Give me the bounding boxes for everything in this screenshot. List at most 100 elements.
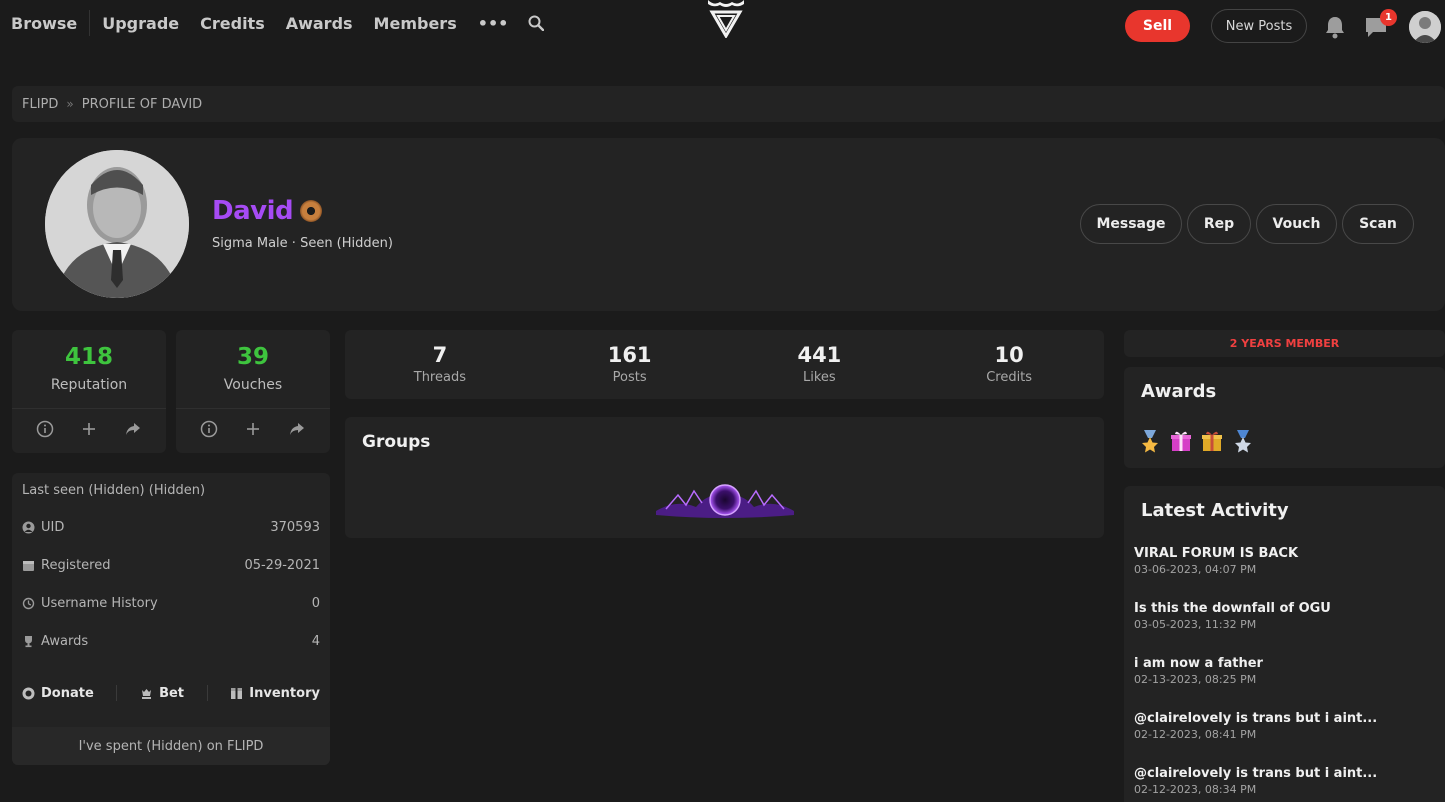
groups-title: Groups (362, 432, 431, 452)
activity-item-title[interactable]: VIRAL FORUM IS BACK (1134, 546, 1434, 561)
calendar-icon (22, 559, 35, 572)
nav-upgrade[interactable]: Upgrade (102, 14, 179, 33)
likes-label: Likes (803, 370, 836, 385)
info-links: Donate Bet Inventory (22, 685, 320, 701)
user-avatar[interactable] (1409, 11, 1441, 43)
breadcrumb-current: PROFILE OF DAVID (81, 96, 203, 112)
activity-item: i am now a father 02-13-2023, 08:25 PM (1134, 656, 1434, 686)
credits-counter[interactable]: 10 Credits (914, 330, 1104, 399)
rep-button[interactable]: Rep (1187, 204, 1251, 244)
user-info-card: Last seen (Hidden) (Hidden) UID 370593 R… (12, 473, 330, 765)
activity-item: @clairelovely is trans but i aint... 02-… (1134, 766, 1434, 796)
inventory-link[interactable]: Inventory (230, 686, 320, 701)
donate-icon (22, 687, 35, 700)
notification-badge: 1 (1380, 9, 1397, 26)
nav-members[interactable]: Members (374, 14, 457, 33)
likes-counter[interactable]: 441 Likes (725, 330, 915, 399)
medal-gold-icon[interactable] (1138, 429, 1162, 453)
trophy-icon (22, 635, 35, 648)
awards-title: Awards (1141, 381, 1217, 402)
posts-counter[interactable]: 161 Posts (535, 330, 725, 399)
username-history-value: 0 (311, 596, 320, 611)
activity-item-date: 02-12-2023, 08:34 PM (1134, 783, 1257, 796)
bell-icon[interactable] (1324, 15, 1346, 39)
activity-item-date: 03-05-2023, 11:32 PM (1134, 618, 1257, 631)
profile-actions: Message Rep Vouch Scan (1080, 204, 1419, 244)
donate-link[interactable]: Donate (22, 686, 94, 701)
last-seen-text: Last seen (Hidden) (Hidden) (22, 483, 206, 498)
activity-item: @clairelovely is trans but i aint... 02-… (1134, 711, 1434, 741)
gift-pink-icon[interactable] (1169, 429, 1193, 453)
nav-browse[interactable]: Browse (11, 14, 77, 33)
message-button[interactable]: Message (1080, 204, 1182, 244)
share-icon[interactable] (124, 420, 142, 438)
more-menu-button[interactable]: ••• (478, 14, 509, 33)
activity-item-date: 02-13-2023, 08:25 PM (1134, 673, 1257, 686)
credits-value: 10 (994, 343, 1024, 367)
activity-item-title[interactable]: @clairelovely is trans but i aint... (1134, 711, 1434, 726)
vouches-actions (200, 420, 306, 438)
new-posts-button[interactable]: New Posts (1211, 9, 1307, 43)
gift-gold-icon[interactable] (1200, 429, 1224, 453)
reputation-card: 418 Reputation (12, 330, 166, 453)
bet-label: Bet (159, 685, 185, 701)
info-row-username-history: Username History 0 (22, 596, 320, 611)
divider (176, 408, 330, 409)
search-icon[interactable] (528, 15, 545, 32)
spent-text: I've spent (Hidden) on FLIPD (12, 727, 330, 765)
sell-button[interactable]: Sell (1125, 10, 1190, 42)
vouch-button[interactable]: Vouch (1256, 204, 1337, 244)
posts-label: Posts (612, 370, 647, 385)
medal-silver-icon[interactable] (1231, 429, 1255, 453)
registered-value: 05-29-2021 (244, 558, 320, 573)
nav-awards[interactable]: Awards (286, 14, 353, 33)
chevron-right-icon: » (66, 97, 74, 111)
activity-item: Is this the downfall of OGU 03-05-2023, … (1134, 601, 1434, 631)
vouches-card: 39 Vouches (176, 330, 330, 453)
profile-subtitle: Sigma Male · Seen (Hidden) (212, 236, 393, 251)
profile-avatar (45, 150, 189, 298)
activity-item-title[interactable]: i am now a father (1134, 656, 1434, 671)
threads-label: Threads (413, 370, 466, 385)
top-navigation: Browse Upgrade Credits Awards Members ••… (0, 0, 1445, 50)
group-banner-image[interactable] (656, 481, 794, 521)
nav-links: Browse Upgrade Credits Awards Members ••… (11, 10, 545, 36)
info-row-uid: UID 370593 (22, 520, 320, 535)
nav-credits[interactable]: Credits (200, 14, 265, 33)
activity-item-title[interactable]: @clairelovely is trans but i aint... (1134, 766, 1434, 781)
credits-label: Credits (986, 370, 1033, 385)
site-logo[interactable] (700, 0, 752, 39)
threads-counter[interactable]: 7 Threads (345, 330, 535, 399)
box-icon (230, 687, 243, 700)
likes-value: 441 (797, 343, 842, 367)
info-icon[interactable] (200, 420, 218, 438)
vouches-value: 39 (236, 344, 269, 370)
divider (12, 408, 166, 409)
awards-card: Awards (1124, 367, 1445, 468)
info-icon[interactable] (36, 420, 54, 438)
plus-icon[interactable] (244, 420, 262, 438)
breadcrumb-root[interactable]: FLIPD (22, 97, 58, 112)
awards-value: 4 (311, 634, 320, 649)
inventory-label: Inventory (249, 685, 320, 701)
nav-separator (89, 10, 91, 36)
info-row-awards: Awards 4 (22, 634, 320, 649)
reputation-label: Reputation (50, 377, 128, 393)
groups-card: Groups (345, 417, 1104, 538)
profile-username: David (212, 196, 294, 226)
donut-icon (300, 200, 323, 222)
award-list (1138, 429, 1262, 453)
share-icon[interactable] (288, 420, 306, 438)
bet-link[interactable]: Bet (140, 686, 184, 701)
donate-label: Donate (41, 685, 94, 701)
activity-item: VIRAL FORUM IS BACK 03-06-2023, 04:07 PM (1134, 546, 1434, 576)
info-row-registered: Registered 05-29-2021 (22, 558, 320, 573)
profile-header: David Sigma Male · Seen (Hidden) Message… (12, 138, 1445, 311)
breadcrumb: FLIPD » PROFILE OF DAVID (12, 86, 1445, 122)
uid-value: 370593 (270, 520, 320, 535)
activity-item-title[interactable]: Is this the downfall of OGU (1134, 601, 1434, 616)
scan-button[interactable]: Scan (1342, 204, 1414, 244)
awards-label: Awards (41, 634, 89, 649)
plus-icon[interactable] (80, 420, 98, 438)
member-duration-badge: 2 YEARS MEMBER (1124, 330, 1445, 357)
